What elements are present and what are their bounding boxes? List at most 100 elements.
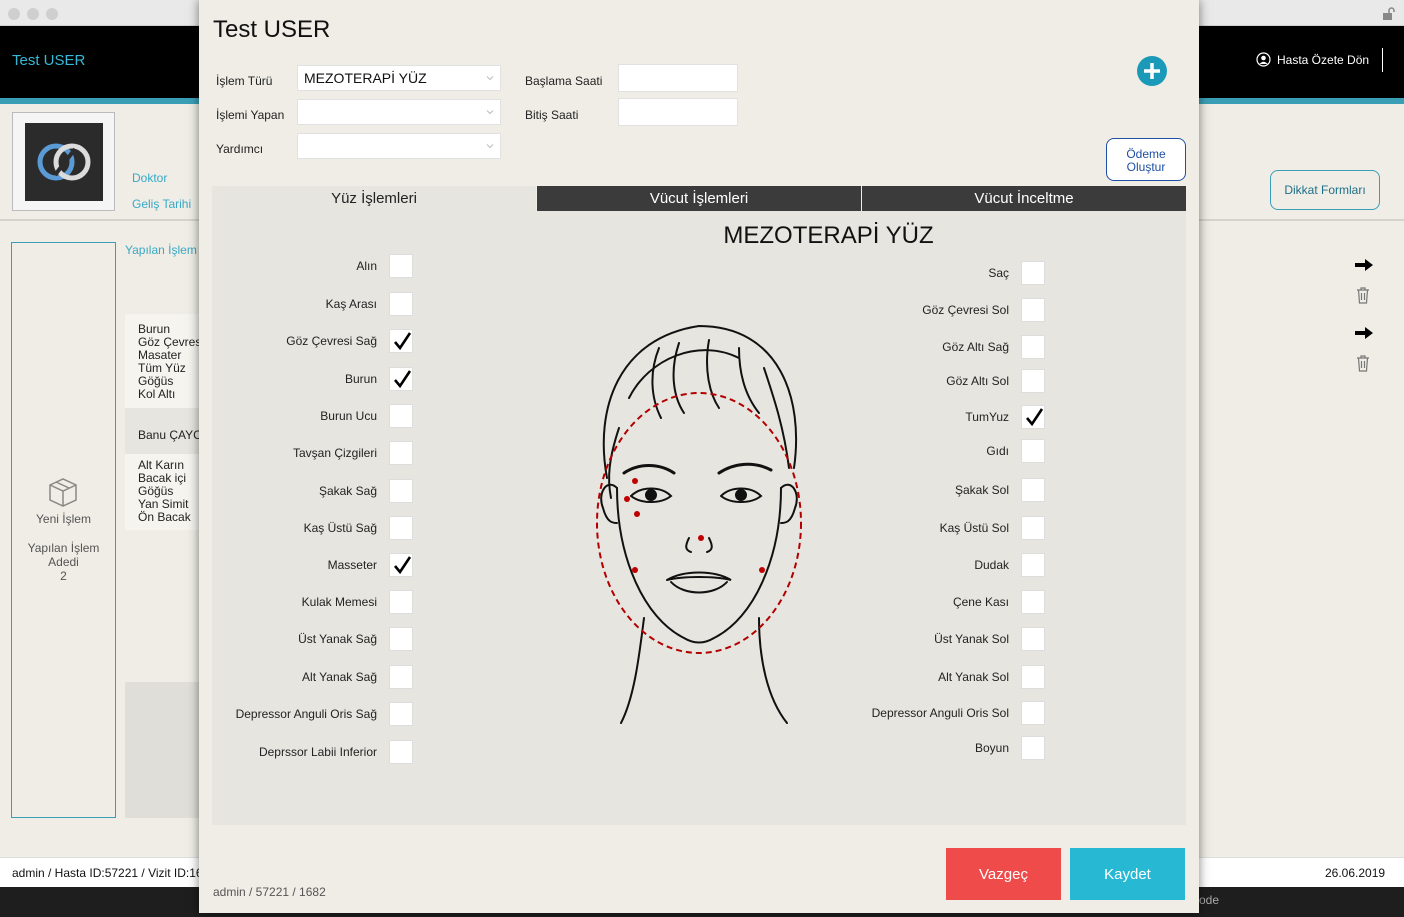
right-item-label: Gıdı (986, 444, 1009, 458)
procedure-count-value: 2 (60, 569, 67, 583)
odeme-button-line-2: Oluştur (1126, 160, 1166, 174)
unlock-icon (1383, 7, 1395, 20)
left-item-label: Kaş Üstü Sağ (303, 521, 377, 535)
baslama-saati-label: Başlama Saati (525, 74, 603, 88)
baslama-saati-input[interactable] (618, 64, 738, 92)
right-item-checkbox[interactable] (1021, 665, 1045, 689)
trash-icon[interactable] (1355, 286, 1371, 304)
left-item-checkbox[interactable] (389, 516, 413, 540)
left-item-checkbox[interactable] (389, 665, 413, 689)
chevron-down-icon (486, 144, 494, 149)
procedure-tabs: Yüz İşlemleri Vücut İşlemleri Vücut İnce… (212, 186, 1186, 211)
new-procedure-panel[interactable] (11, 242, 116, 818)
left-item-label: Şakak Sağ (318, 484, 377, 498)
bitis-saati-label: Bitiş Saati (525, 108, 579, 122)
right-item-label: Üst Yanak Sol (934, 632, 1009, 646)
trash-icon[interactable] (1355, 354, 1371, 372)
left-item-checkbox[interactable] (389, 367, 413, 391)
back-button-label: Hasta Özete Dön (1277, 52, 1370, 67)
left-item-checkbox[interactable] (389, 627, 413, 651)
back-to-summary-button[interactable]: Hasta Özete Dön (1256, 52, 1369, 67)
left-item-checkbox[interactable] (389, 590, 413, 614)
gelis-tarihi-label: Geliş Tarihi (132, 197, 192, 211)
right-item-checkbox[interactable] (1021, 590, 1045, 614)
tab-vucut-islemleri[interactable]: Vücut İşlemleri (537, 186, 861, 211)
left-item-checkbox[interactable] (389, 404, 413, 428)
list-item: Ön Bacak (138, 510, 191, 524)
left-item-label: Göz Çevresi Sağ (286, 334, 377, 348)
left-item-checkbox[interactable] (389, 329, 413, 353)
procedure-count-label-2: Adedi (48, 555, 79, 569)
list-item: Kol Altı (138, 387, 176, 401)
right-item-label: Kaş Üstü Sol (939, 521, 1009, 535)
islem-turu-select[interactable]: MEZOTERAPİ YÜZ (297, 65, 501, 91)
islemi-yapan-select[interactable] (297, 99, 501, 125)
left-item-label: Masseter (327, 558, 377, 572)
left-item-checkbox[interactable] (389, 441, 413, 465)
yardimci-select[interactable] (297, 133, 501, 159)
cancel-button[interactable]: Vazgeç (946, 848, 1061, 900)
right-item-checkbox[interactable] (1021, 478, 1045, 502)
odeme-olustur-button[interactable]: Ödeme Oluştur (1106, 138, 1186, 181)
right-item-checkbox[interactable] (1021, 405, 1045, 429)
left-item-checkbox[interactable] (389, 254, 413, 278)
tab-yuz-islemleri[interactable]: Yüz İşlemleri (212, 186, 536, 211)
doktor-label: Doktor (132, 171, 168, 185)
right-item-checkbox[interactable] (1021, 369, 1045, 393)
procedure-list-1: Burun Göz Çevres Masater Tüm Yüz Göğüs K… (125, 314, 201, 408)
right-item-checkbox[interactable] (1021, 627, 1045, 651)
left-item-checkbox[interactable] (389, 292, 413, 316)
arrow-right-icon[interactable] (1354, 258, 1374, 272)
right-item-checkbox[interactable] (1021, 261, 1045, 285)
right-item-label: Alt Yanak Sol (938, 670, 1009, 684)
checkmark-icon (394, 556, 412, 575)
left-item-checkbox[interactable] (389, 479, 413, 503)
right-item-label: Depressor Anguli Oris Sol (871, 706, 1009, 720)
left-item-checkbox[interactable] (389, 553, 413, 577)
left-item-label: Kaş Arası (325, 297, 377, 311)
right-item-checkbox[interactable] (1021, 335, 1045, 359)
right-item-checkbox[interactable] (1021, 298, 1045, 322)
panel-title: MEZOTERAPİ YÜZ (723, 222, 934, 249)
minimize-window-button[interactable] (27, 8, 39, 20)
right-item-label: Saç (988, 266, 1009, 280)
new-procedure-label[interactable]: Yeni İşlem (12, 512, 115, 526)
islemi-yapan-label: İşlemi Yapan (216, 108, 285, 122)
dock-label: ode (1199, 893, 1220, 907)
checkmark-icon (1026, 408, 1044, 427)
bitis-saati-input[interactable] (618, 98, 738, 126)
save-button[interactable]: Kaydet (1070, 848, 1185, 900)
add-procedure-button[interactable] (1136, 55, 1168, 87)
procedure-count-label-1: Yapılan İşlem (27, 541, 100, 555)
logo-icon (37, 143, 91, 181)
zoom-window-button[interactable] (46, 8, 58, 20)
right-item-checkbox[interactable] (1021, 736, 1045, 760)
left-item-label: Deprssor Labii Inferior (258, 745, 377, 759)
face-diagram (596, 324, 802, 724)
right-item-label: TumYuz (965, 410, 1009, 424)
checkmark-icon (394, 332, 412, 351)
arrow-right-icon[interactable] (1354, 326, 1374, 340)
close-window-button[interactable] (8, 8, 20, 20)
right-item-label: Göz Altı Sağ (942, 340, 1009, 354)
right-item-checkbox[interactable] (1021, 701, 1045, 725)
chevron-down-icon (486, 110, 494, 115)
left-item-checkbox[interactable] (389, 740, 413, 764)
right-item-checkbox[interactable] (1021, 439, 1045, 463)
dikkat-formlari-button[interactable]: Dikkat Formları (1270, 170, 1380, 210)
left-item-label: Depressor Anguli Oris Sağ (235, 707, 377, 721)
tab-vucut-inceltme[interactable]: Vücut İnceltme (862, 186, 1186, 211)
left-item-label: Burun Ucu (320, 409, 377, 423)
left-item-checkbox[interactable] (389, 702, 413, 726)
right-item-checkbox[interactable] (1021, 553, 1045, 577)
right-item-label: Dudak (974, 558, 1009, 572)
right-item-checkbox[interactable] (1021, 516, 1045, 540)
person-name: Banu ÇAYC (138, 428, 202, 442)
right-item-label: Şakak Sol (954, 483, 1009, 497)
yardimci-label: Yardımcı (216, 142, 264, 156)
left-item-label: Burun (344, 372, 377, 386)
right-item-label: Boyun (974, 741, 1009, 755)
yapilan-islemler-label: Yapılan İşlem (125, 243, 197, 257)
procedure-list-2: Alt Karın Bacak içi Göğüs Yan Simit Ön B… (125, 454, 200, 530)
islem-turu-label: İşlem Türü (216, 74, 273, 88)
